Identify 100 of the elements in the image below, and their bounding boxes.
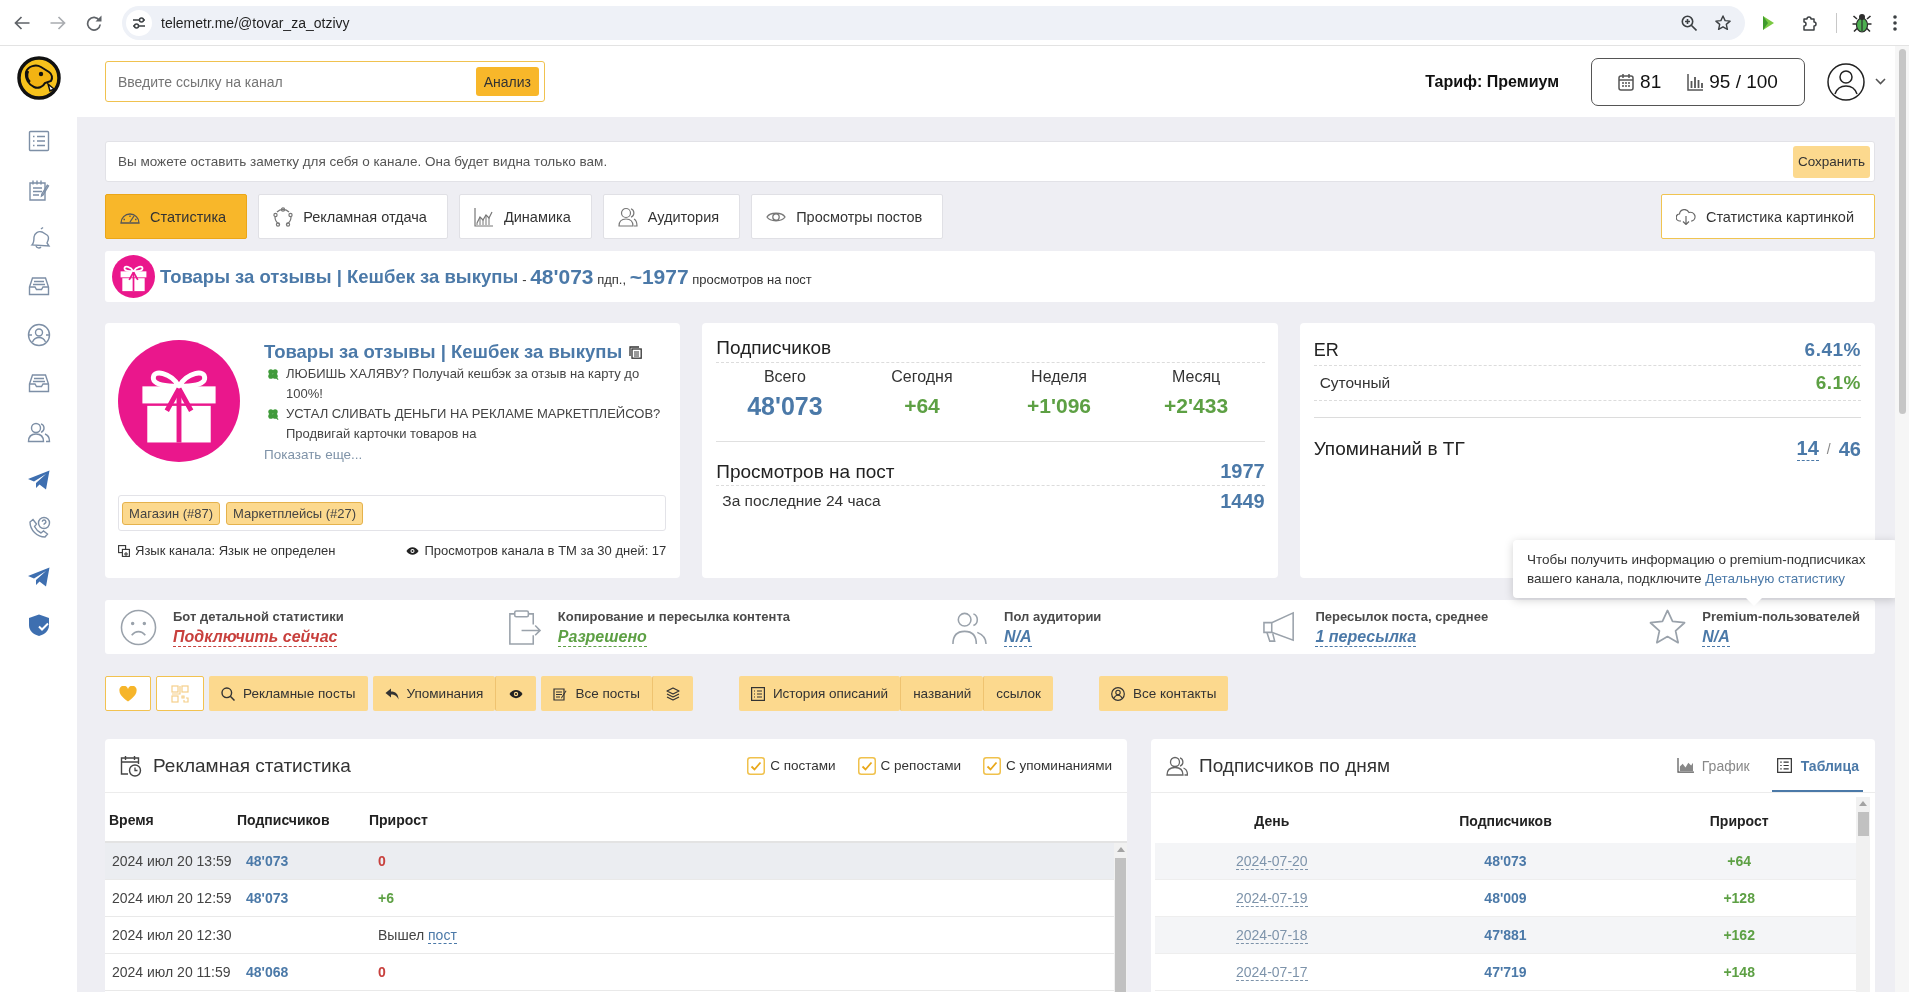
daily-er-label: Суточный xyxy=(1319,374,1391,392)
column-header: Подписчиков xyxy=(236,812,331,828)
category-tag[interactable]: Маркетплейсы (#27) xyxy=(226,501,364,525)
mentions-count-link[interactable]: 14 xyxy=(1796,437,1819,461)
user-circle-icon[interactable] xyxy=(26,322,51,347)
save-button[interactable]: Сохранить xyxy=(1792,145,1870,178)
phone-question-icon[interactable] xyxy=(26,516,51,541)
column-header: Время xyxy=(108,812,155,828)
view-tab[interactable]: Таблица xyxy=(1771,739,1863,792)
category-tag[interactable]: Магазин (#87) xyxy=(122,501,221,525)
zoom-icon[interactable] xyxy=(1681,14,1697,31)
tab[interactable]: Аудитория xyxy=(602,194,741,239)
scrollbar-thumb[interactable] xyxy=(1115,858,1126,992)
site-settings-icon[interactable] xyxy=(126,9,152,36)
gift-avatar-icon xyxy=(118,340,240,462)
views-24h-value: 1449 xyxy=(1220,489,1265,514)
logo-icon[interactable] xyxy=(16,56,61,100)
copy-icon[interactable] xyxy=(629,345,643,359)
mentions-total: 46 xyxy=(1838,437,1861,461)
cloud-download-icon xyxy=(1675,208,1696,225)
image-export-button[interactable]: Статистика картинкой xyxy=(1660,194,1875,239)
user-avatar-icon[interactable] xyxy=(1827,62,1865,101)
column-header: День xyxy=(1254,813,1290,829)
channel-title-link[interactable]: Товары за отзывы | Кешбек за выкупы xyxy=(160,265,519,288)
info-label: Бот детальной статистики xyxy=(173,607,344,625)
chevron-down-icon[interactable] xyxy=(1875,78,1886,85)
reload-icon[interactable] xyxy=(86,14,102,31)
scrollbar-thumb[interactable] xyxy=(1898,49,1906,414)
notepad-icon xyxy=(553,686,568,701)
toolbar-button[interactable]: История описаний xyxy=(738,676,901,711)
cycle-icon xyxy=(273,206,294,227)
toolbar-button[interactable]: Упоминания xyxy=(372,676,496,711)
eye-button[interactable] xyxy=(495,676,537,711)
bookmark-star-icon[interactable] xyxy=(1715,14,1731,31)
event-text: Вышел пост xyxy=(377,927,458,943)
toolbar-button[interactable]: Рекламные посты xyxy=(209,676,368,711)
subscribers-cell-text: 48'073 xyxy=(245,890,290,906)
scroll-up-arrow-icon[interactable] xyxy=(1859,801,1867,806)
list-icon xyxy=(750,686,765,701)
time-cell-text: 2024 июл 20 11:59 xyxy=(111,964,232,980)
toolbar-button[interactable]: Все посты xyxy=(541,676,652,711)
time-cell-text: 2024 июл 20 12:30 xyxy=(111,927,233,943)
stat-label: Сегодня xyxy=(890,367,954,387)
scroll-up-arrow-icon[interactable] xyxy=(1116,847,1125,852)
toolbar-button[interactable]: названий xyxy=(900,676,984,711)
checkbox[interactable] xyxy=(983,756,1001,775)
bug-icon[interactable] xyxy=(1852,12,1872,33)
tariff-label: Тариф: Премиум xyxy=(1425,72,1559,91)
list-icon xyxy=(1775,758,1793,773)
mentions-separator: / xyxy=(1826,441,1831,457)
growth-cell: +148 xyxy=(1723,964,1755,980)
stat-value: +2'433 xyxy=(1163,393,1230,419)
checkbox[interactable] xyxy=(857,756,876,775)
users-icon xyxy=(617,206,638,227)
layers-button[interactable] xyxy=(651,676,693,711)
toolbar-button[interactable]: Все контакты xyxy=(1098,676,1229,711)
play-icon[interactable] xyxy=(1762,14,1775,31)
info-value-link[interactable]: 1 пересылка xyxy=(1315,626,1417,647)
heart-icon xyxy=(119,685,137,702)
analyze-button[interactable]: Анализ xyxy=(475,67,539,96)
page-scrollbar[interactable] xyxy=(1895,46,1909,992)
forward-arrow-icon[interactable] xyxy=(50,15,66,30)
address-bar[interactable]: telemetr.me/@tovar_za_otzivy xyxy=(122,5,1745,40)
back-arrow-icon[interactable] xyxy=(14,15,30,30)
menu-icon[interactable] xyxy=(1893,14,1897,31)
tab[interactable]: Статистика xyxy=(105,194,248,239)
puzzle-icon[interactable] xyxy=(1802,14,1818,31)
tab[interactable]: Динамика xyxy=(458,194,592,239)
channel-title-link[interactable]: Товары за отзывы | Кешбек за выкупы xyxy=(264,340,623,364)
tab[interactable]: Просмотры постов xyxy=(751,194,944,239)
view-tab[interactable]: График xyxy=(1672,739,1754,792)
subscribers-cell: 48'009 xyxy=(1484,890,1527,906)
area-chart-icon xyxy=(1676,758,1694,773)
scrollbar[interactable] xyxy=(1114,843,1127,992)
shield-check-icon[interactable] xyxy=(26,613,51,638)
post-link[interactable]: пост xyxy=(428,927,457,944)
channel-views-text: Просмотров канала в ТМ за 30 дней: 17 xyxy=(424,543,667,558)
column-header: Подписчиков xyxy=(1459,813,1552,829)
grid-button[interactable] xyxy=(156,676,204,711)
tab[interactable]: Рекламная отдача xyxy=(258,194,448,239)
note-field[interactable]: Вы можете оставить заметку для себя о канале. Она будет видна только вам. Сохранить xyxy=(105,141,1875,182)
search-field[interactable]: Введите ссылку на канал Анализ xyxy=(105,61,545,102)
toolbar-button[interactable]: ссылок xyxy=(983,676,1053,711)
detailed-stats-link[interactable]: Детальную статистику xyxy=(1705,571,1846,586)
list-icon[interactable] xyxy=(26,129,51,154)
checkbox[interactable] xyxy=(747,756,766,775)
info-value-link[interactable]: Подключить сейчас xyxy=(173,626,338,647)
scrollbar-thumb[interactable] xyxy=(1857,812,1869,836)
counter-value: 95 / 100 xyxy=(1709,70,1778,93)
info-value-link[interactable]: N/A xyxy=(1004,626,1032,647)
info-value-link[interactable]: N/A xyxy=(1702,626,1730,647)
views-value: 1977 xyxy=(1220,459,1265,484)
scrollbar[interactable] xyxy=(1856,797,1870,992)
language-text: Язык канала: Язык не определен xyxy=(135,543,336,558)
heart-button[interactable] xyxy=(105,676,151,711)
column-header: Прирост xyxy=(368,812,429,828)
daily-er-value: 6.1% xyxy=(1815,372,1861,394)
stat-value: 48'073 xyxy=(746,391,824,422)
info-label: Копирование и пересылка контента xyxy=(557,607,790,625)
eye-icon xyxy=(406,545,420,556)
